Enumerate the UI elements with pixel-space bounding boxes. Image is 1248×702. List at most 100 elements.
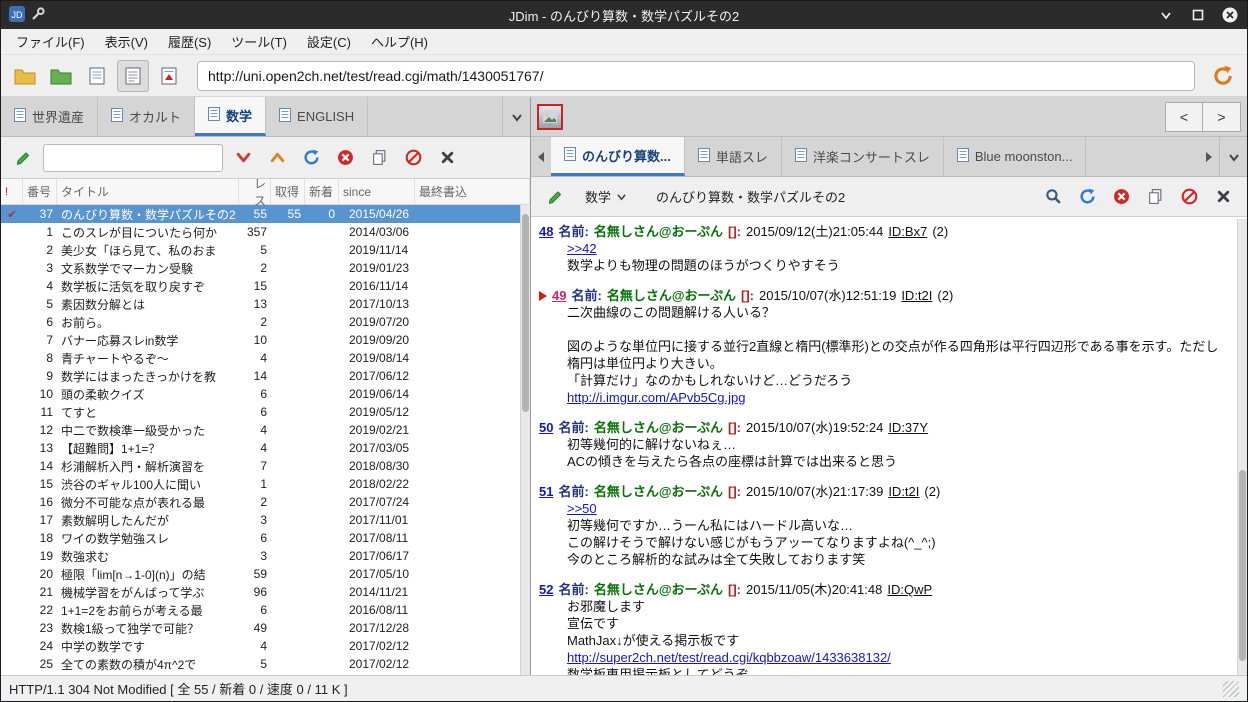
thread-ng-icon[interactable] bbox=[1175, 183, 1203, 211]
post-number-link[interactable]: 49 bbox=[552, 287, 566, 304]
board-ng-icon[interactable] bbox=[399, 144, 427, 172]
post-number-link[interactable]: 52 bbox=[539, 581, 553, 598]
column-header-6[interactable]: since bbox=[339, 179, 415, 204]
thread-row[interactable]: 23 数検1級って独学で可能？ 49 2017/12/28 bbox=[1, 619, 530, 637]
column-header-1[interactable]: 番号 bbox=[23, 179, 57, 204]
column-header-5[interactable]: 新着 bbox=[305, 179, 339, 204]
thread-row[interactable]: 17 素数解明したんだが 3 2017/11/01 bbox=[1, 511, 530, 529]
thread-row[interactable]: 5 素因数分解とは 13 2017/10/13 bbox=[1, 295, 530, 313]
thread-row[interactable]: 24 中学の数学です 4 2017/02/12 bbox=[1, 637, 530, 655]
thread-row[interactable]: ✔ 37 のんびり算数・数学パズルその2 55 55 0 2015/04/26 bbox=[1, 205, 530, 223]
menu-item-2[interactable]: 履歴(S) bbox=[159, 29, 220, 54]
thread-row[interactable]: 3 文系数学でマーカン受験 2 2019/01/23 bbox=[1, 259, 530, 277]
menu-item-5[interactable]: ヘルプ(H) bbox=[362, 29, 437, 54]
scroll-down-icon[interactable] bbox=[229, 144, 257, 172]
tab-scroll-right-icon[interactable] bbox=[1199, 137, 1219, 176]
thread-row[interactable]: 12 中二で数検準一級受かった 4 2019/02/21 bbox=[1, 421, 530, 439]
thread-row[interactable]: 13 【超難問】1+1=？ 4 2017/03/05 bbox=[1, 439, 530, 457]
close-button[interactable] bbox=[1221, 6, 1239, 24]
thread-scrollbar[interactable] bbox=[1237, 219, 1247, 675]
thread-row[interactable]: 14 杉浦解析入門・解析演習を 7 2018/08/30 bbox=[1, 457, 530, 475]
menu-item-4[interactable]: 設定(C) bbox=[298, 29, 360, 54]
post-name[interactable]: 名無しさん@おーぷん bbox=[594, 223, 723, 240]
column-header-3[interactable]: レス bbox=[239, 177, 271, 208]
new-thread-write-icon[interactable] bbox=[9, 144, 37, 172]
post-id-link[interactable]: ID:t2I bbox=[888, 483, 919, 500]
board-view-icon[interactable] bbox=[81, 60, 113, 92]
thread-row[interactable]: 25 全ての素数の積が4π^2で 5 2017/02/12 bbox=[1, 655, 530, 673]
write-post-icon[interactable] bbox=[541, 183, 569, 211]
thread-row[interactable]: 22 1+1=2をお前らが考える最 6 2016/08/11 bbox=[1, 601, 530, 619]
post-id-link[interactable]: ID:t2I bbox=[901, 287, 932, 304]
thread-row[interactable]: 6 お前ら。 2 2019/07/20 bbox=[1, 313, 530, 331]
post-name[interactable]: 名無しさん@おーぷん bbox=[594, 419, 723, 436]
post-name[interactable]: 名無しさん@おーぷん bbox=[607, 287, 736, 304]
resize-grip[interactable] bbox=[1223, 680, 1239, 697]
board-tab-2[interactable]: 数学 bbox=[195, 97, 267, 136]
thread-close-icon[interactable] bbox=[1209, 183, 1237, 211]
url-reload-icon[interactable] bbox=[1207, 60, 1239, 92]
board-tab-list-dropdown-icon[interactable] bbox=[502, 97, 530, 136]
thread-row[interactable]: 1 このスレが目についたら何か 357 2014/03/06 bbox=[1, 223, 530, 241]
post-number-link[interactable]: 48 bbox=[539, 223, 553, 240]
board-scrollbar-thumb[interactable] bbox=[522, 214, 529, 412]
board-reload-icon[interactable] bbox=[297, 144, 325, 172]
anchor-link[interactable]: >>50 bbox=[567, 501, 597, 516]
url-input[interactable] bbox=[197, 60, 1195, 91]
green-folder-icon[interactable] bbox=[45, 60, 77, 92]
post-name[interactable]: 名無しさん@おーぷん bbox=[594, 483, 723, 500]
thread-row[interactable]: 18 ワイの数学勉強スレ 6 2017/08/11 bbox=[1, 529, 530, 547]
image-prev-button[interactable]: < bbox=[1165, 101, 1203, 132]
column-header-7[interactable]: 最終書込 bbox=[415, 179, 530, 204]
post-id-link[interactable]: ID:Bx7 bbox=[888, 223, 927, 240]
thread-row[interactable]: 8 青チャートやるぞ〜 4 2019/08/14 bbox=[1, 349, 530, 367]
post-name[interactable]: 名無しさん@おーぷん bbox=[594, 581, 723, 598]
thread-row[interactable]: 20 極限「lim[n→1-0](n)」の結 59 2017/05/10 bbox=[1, 565, 530, 583]
thread-tab-2[interactable]: 洋楽コンサートスレ bbox=[782, 137, 944, 176]
favorites-view-icon[interactable] bbox=[153, 60, 185, 92]
thread-row[interactable]: 21 機械学習をがんばって学ぶ 96 2014/11/21 bbox=[1, 583, 530, 601]
board-tab-0[interactable]: 世界遺産 bbox=[1, 97, 99, 136]
thread-stop-icon[interactable] bbox=[1107, 183, 1135, 211]
post-number-link[interactable]: 50 bbox=[539, 419, 553, 436]
board-copy-icon[interactable] bbox=[365, 144, 393, 172]
board-dropdown[interactable]: 数学 bbox=[577, 183, 634, 210]
thread-tab-1[interactable]: 単語スレ bbox=[685, 137, 782, 176]
menu-item-3[interactable]: ツール(T) bbox=[222, 29, 296, 54]
thread-scrollbar-thumb[interactable] bbox=[1239, 469, 1246, 662]
tab-scroll-left-icon[interactable] bbox=[531, 137, 551, 176]
yellow-folder-icon[interactable] bbox=[9, 60, 41, 92]
search-icon[interactable] bbox=[1039, 183, 1067, 211]
maximize-button[interactable] bbox=[1189, 6, 1207, 24]
thread-row[interactable]: 4 数学板に活気を取り戻すぞ 15 2016/11/14 bbox=[1, 277, 530, 295]
post-number-link[interactable]: 51 bbox=[539, 483, 553, 500]
url-link[interactable]: http://super2ch.net/test/read.cgi/kqbbzo… bbox=[567, 650, 891, 665]
board-tab-3[interactable]: ENGLISH bbox=[266, 97, 369, 136]
post-id-link[interactable]: ID:37Y bbox=[888, 419, 928, 436]
menu-item-0[interactable]: ファイル(F) bbox=[7, 29, 94, 54]
scroll-up-icon[interactable] bbox=[263, 144, 291, 172]
board-tab-1[interactable]: オカルト bbox=[98, 97, 196, 136]
thread-row[interactable]: 11 てすと 6 2019/05/12 bbox=[1, 403, 530, 421]
thread-tab-3[interactable]: Blue moonston... bbox=[944, 137, 1087, 176]
thread-row[interactable]: 2 美少女「ほら見て、私のおま 5 2019/11/14 bbox=[1, 241, 530, 259]
board-filter-input[interactable] bbox=[43, 143, 223, 172]
post-id-link[interactable]: ID:QwP bbox=[887, 581, 932, 598]
board-delete-icon[interactable] bbox=[433, 144, 461, 172]
column-header-4[interactable]: 取得 bbox=[271, 179, 305, 204]
thread-reload-icon[interactable] bbox=[1073, 183, 1101, 211]
thread-row[interactable]: 9 数学にはまったきっかけを教 14 2017/06/12 bbox=[1, 367, 530, 385]
anchor-link[interactable]: >>42 bbox=[567, 241, 597, 256]
minimize-button[interactable] bbox=[1157, 6, 1175, 24]
thread-row[interactable]: 7 バナー応募スレin数学 10 2019/09/20 bbox=[1, 331, 530, 349]
thread-copy-icon[interactable] bbox=[1141, 183, 1169, 211]
board-scrollbar[interactable] bbox=[520, 205, 530, 675]
thread-row[interactable]: 15 渋谷のギャル100人に聞い 1 2018/02/22 bbox=[1, 475, 530, 493]
thread-row[interactable]: 19 数強求む 3 2017/06/17 bbox=[1, 547, 530, 565]
image-next-button[interactable]: > bbox=[1203, 101, 1241, 132]
thread-tab-list-dropdown-icon[interactable] bbox=[1219, 137, 1247, 176]
thread-row[interactable]: 10 頭の柔軟クイズ 6 2019/06/14 bbox=[1, 385, 530, 403]
menu-item-1[interactable]: 表示(V) bbox=[96, 29, 157, 54]
board-stop-icon[interactable] bbox=[331, 144, 359, 172]
url-link[interactable]: http://i.imgur.com/APvb5Cg.jpg bbox=[567, 390, 745, 405]
